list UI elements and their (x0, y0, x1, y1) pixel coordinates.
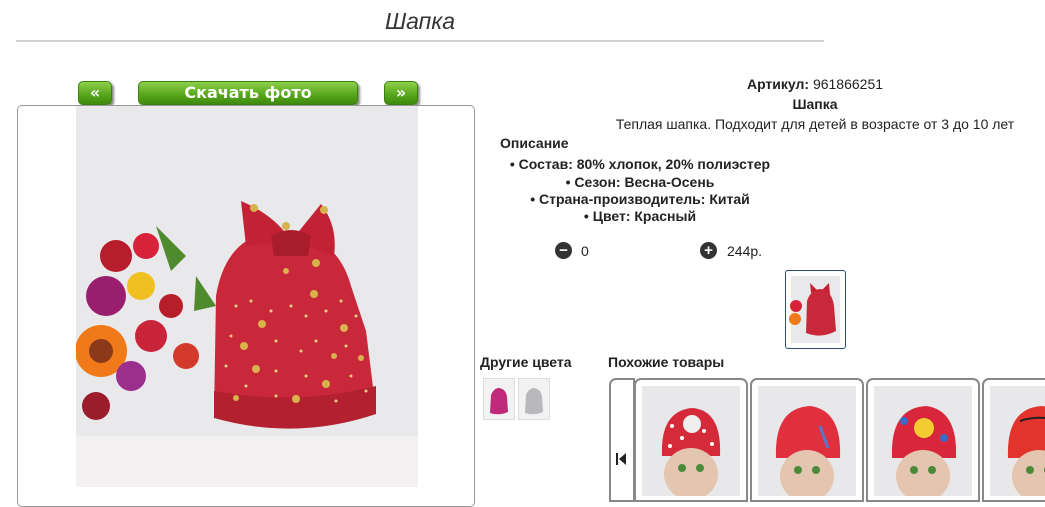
minus-circle-icon[interactable]: − (555, 242, 572, 259)
similar-product-card[interactable] (634, 378, 748, 502)
sku-value: 961866251 (812, 76, 884, 92)
similar-product-card[interactable] (982, 378, 1045, 502)
similar-product-image (990, 386, 1045, 496)
spec-item: • Сезон: Весна-Осень (565, 174, 715, 190)
sku-line: Артикул: 961866251 (605, 76, 1025, 92)
selected-photo-thumbnail[interactable] (785, 270, 846, 349)
spec-item: • Состав: 80% хлопок, 20% полиэстер (509, 156, 771, 172)
product-photo[interactable] (76, 106, 418, 487)
color-variant-thumbnail[interactable] (518, 378, 550, 420)
spec-item: • Цвет: Красный (583, 208, 697, 224)
next-photo-button[interactable]: » (384, 81, 418, 105)
title-divider (16, 40, 824, 42)
spec-item: • Страна-производитель: Китай (530, 191, 750, 207)
color-variant-thumbnail[interactable] (483, 378, 515, 420)
price: 244р. (727, 243, 763, 259)
plus-circle-icon[interactable]: + (700, 242, 717, 259)
similar-product-card[interactable] (866, 378, 980, 502)
description-heading: Описание (500, 135, 569, 151)
similar-product-image (758, 386, 856, 496)
product-name: Шапка (792, 96, 838, 112)
similar-product-image (874, 386, 972, 496)
sku-label: Артикул: (746, 76, 810, 92)
page-title: Шапка (384, 8, 455, 34)
other-colors-heading: Другие цвета (480, 354, 572, 370)
carousel-first-icon (615, 452, 627, 466)
download-photo-button[interactable]: Скачать фото (138, 81, 358, 105)
product-description: Теплая шапка. Подходит для детей в возра… (615, 116, 1015, 132)
quantity-value: 0 (581, 243, 589, 259)
similar-product-card[interactable] (750, 378, 864, 502)
similar-products-heading: Похожие товары (608, 354, 725, 370)
prev-photo-button[interactable]: « (78, 81, 112, 105)
similar-product-image (642, 386, 740, 496)
carousel-first-button[interactable] (609, 378, 635, 502)
